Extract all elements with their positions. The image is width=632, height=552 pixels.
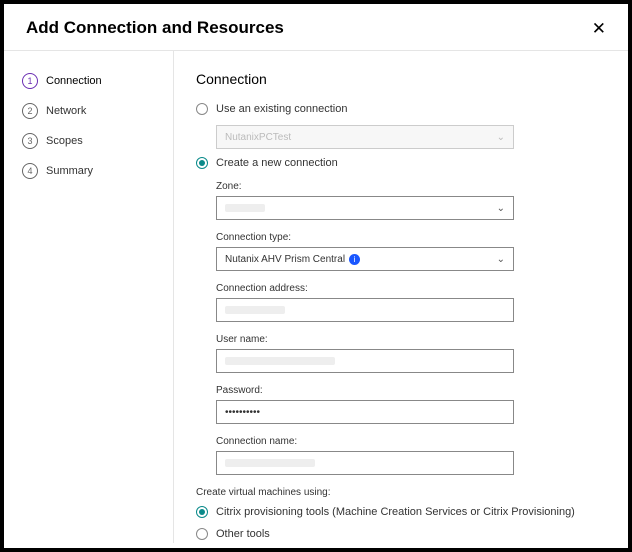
connection-name-field: Connection name: — [216, 436, 606, 475]
wizard-sidebar: 1 Connection 2 Network 3 Scopes 4 Summar… — [4, 51, 174, 543]
step-scopes[interactable]: 3 Scopes — [22, 133, 173, 149]
input-value — [225, 357, 335, 365]
select-value: Nutanix AHV Prism Central i — [225, 254, 360, 265]
dialog-header: Add Connection and Resources ✕ — [4, 4, 628, 51]
password-field: Password: •••••••••• — [216, 385, 606, 424]
zone-select[interactable]: ⌄ — [216, 196, 514, 220]
chevron-down-icon: ⌄ — [497, 132, 505, 143]
field-label: Password: — [216, 385, 606, 396]
zone-field: Zone: ⌄ — [216, 181, 606, 220]
step-number: 4 — [22, 163, 38, 179]
panel-heading: Connection — [196, 71, 606, 87]
step-label: Scopes — [46, 135, 83, 147]
username-field: User name: — [216, 334, 606, 373]
step-label: Connection — [46, 75, 102, 87]
username-input[interactable] — [216, 349, 514, 373]
input-value — [225, 459, 315, 467]
close-icon[interactable]: ✕ — [592, 20, 606, 37]
field-label: Connection type: — [216, 232, 606, 243]
step-number: 3 — [22, 133, 38, 149]
radio-icon — [196, 157, 208, 169]
existing-connection-select: NutanixPCTest ⌄ — [216, 125, 514, 149]
radio-use-existing[interactable]: Use an existing connection — [196, 103, 606, 115]
step-network[interactable]: 2 Network — [22, 103, 173, 119]
dialog-body: 1 Connection 2 Network 3 Scopes 4 Summar… — [4, 51, 628, 543]
select-value — [225, 204, 265, 212]
vm-tools-label: Create virtual machines using: — [196, 487, 606, 498]
radio-create-new[interactable]: Create a new connection — [196, 157, 606, 169]
info-icon[interactable]: i — [349, 254, 360, 265]
dialog-title: Add Connection and Resources — [26, 18, 284, 38]
radio-icon — [196, 103, 208, 115]
step-number: 1 — [22, 73, 38, 89]
password-input[interactable]: •••••••••• — [216, 400, 514, 424]
radio-icon — [196, 506, 208, 518]
input-value: •••••••••• — [225, 407, 260, 418]
radio-other-tools[interactable]: Other tools — [196, 528, 606, 540]
radio-label: Citrix provisioning tools (Machine Creat… — [216, 506, 575, 518]
field-label: Zone: — [216, 181, 606, 192]
chevron-down-icon: ⌄ — [497, 254, 505, 265]
step-connection[interactable]: 1 Connection — [22, 73, 173, 89]
connection-address-field: Connection address: — [216, 283, 606, 322]
existing-connection-field: NutanixPCTest ⌄ — [216, 125, 606, 149]
field-label: Connection address: — [216, 283, 606, 294]
radio-label: Other tools — [216, 528, 270, 540]
connection-address-input[interactable] — [216, 298, 514, 322]
step-label: Summary — [46, 165, 93, 177]
radio-citrix-tools[interactable]: Citrix provisioning tools (Machine Creat… — [196, 506, 606, 518]
field-label: User name: — [216, 334, 606, 345]
field-label: Connection name: — [216, 436, 606, 447]
select-text: Nutanix AHV Prism Central — [225, 254, 345, 265]
radio-label: Use an existing connection — [216, 103, 347, 115]
step-label: Network — [46, 105, 86, 117]
connection-type-field: Connection type: Nutanix AHV Prism Centr… — [216, 232, 606, 271]
input-value — [225, 306, 285, 314]
step-summary[interactable]: 4 Summary — [22, 163, 173, 179]
main-panel: Connection Use an existing connection Nu… — [174, 51, 628, 543]
radio-label: Create a new connection — [216, 157, 338, 169]
connection-name-input[interactable] — [216, 451, 514, 475]
radio-icon — [196, 528, 208, 540]
step-number: 2 — [22, 103, 38, 119]
select-value: NutanixPCTest — [225, 132, 291, 143]
connection-type-select[interactable]: Nutanix AHV Prism Central i ⌄ — [216, 247, 514, 271]
chevron-down-icon: ⌄ — [497, 203, 505, 214]
